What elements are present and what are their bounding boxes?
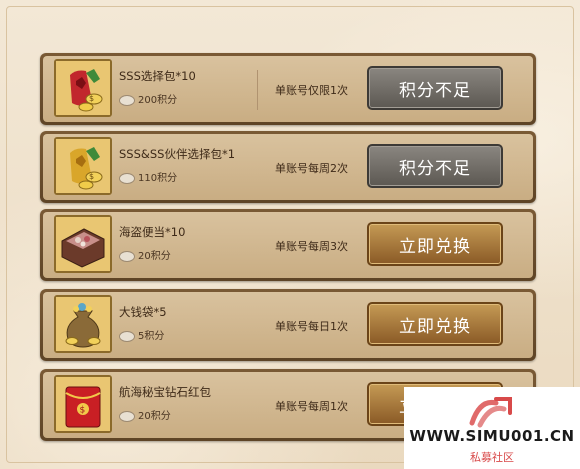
redeem-button[interactable]: 立即兑换 [367, 222, 503, 266]
purchase-limit: 单账号每周2次 [275, 162, 348, 175]
watermark-subtitle: 私募社区 [470, 451, 514, 464]
item-points: 20积分 [119, 407, 171, 422]
watermark-url: WWW.SIMU001.CN [409, 427, 575, 445]
item-name: 大钱袋*5 [119, 305, 167, 319]
item-name: SSS选择包*10 [119, 69, 196, 83]
divider [257, 70, 258, 110]
insufficient-points-button[interactable]: 积分不足 [367, 144, 503, 188]
red-pouch-coins-icon[interactable]: $ [54, 59, 112, 117]
watermark: WWW.SIMU001.CN 私募社区 [404, 387, 580, 469]
watermark-logo-icon [469, 397, 512, 428]
points-value: 110积分 [138, 173, 178, 184]
insufficient-points-button[interactable]: 积分不足 [367, 66, 503, 110]
item-name: SSS&SS伙伴选择包*1 [119, 147, 236, 161]
list-item: $ SSS&SS伙伴选择包*1 110积分 单账号每周2次 积分不足 [40, 131, 536, 203]
points-value: 5积分 [138, 331, 165, 342]
svg-text:$: $ [89, 94, 94, 103]
coin-icon [119, 94, 135, 106]
purchase-limit: 单账号每周3次 [275, 240, 348, 253]
red-envelope-icon[interactable]: $ [54, 375, 112, 433]
list-item: 海盗便当*10 20积分 单账号每周3次 立即兑换 [40, 209, 536, 281]
coin-icon [119, 410, 135, 422]
item-name: 海盗便当*10 [119, 225, 186, 239]
points-value: 20积分 [138, 251, 171, 262]
item-points: 5积分 [119, 327, 164, 342]
points-value: 200积分 [138, 95, 178, 106]
item-points: 200积分 [119, 91, 177, 106]
item-points: 20积分 [119, 247, 171, 262]
purchase-limit: 单账号每周1次 [275, 400, 348, 413]
svg-text:$: $ [89, 172, 94, 181]
redeem-button[interactable]: 立即兑换 [367, 302, 503, 346]
coin-icon [119, 250, 135, 262]
svg-text:$: $ [80, 406, 86, 416]
list-item: $ SSS选择包*10 200积分 单账号仅限1次 积分不足 [40, 53, 536, 125]
item-points: 110积分 [119, 169, 177, 184]
list-item: 大钱袋*5 5积分 单账号每日1次 立即兑换 [40, 289, 536, 361]
purchase-limit: 单账号仅限1次 [275, 84, 348, 97]
coin-icon [119, 172, 135, 184]
coin-icon [119, 330, 135, 342]
purchase-limit: 单账号每日1次 [275, 320, 348, 333]
money-bag-icon[interactable] [54, 295, 112, 353]
bento-box-icon[interactable] [54, 215, 112, 273]
points-value: 20积分 [138, 411, 171, 422]
item-name: 航海秘宝钻石红包 [119, 385, 211, 399]
gold-pouch-coins-icon[interactable]: $ [54, 137, 112, 195]
